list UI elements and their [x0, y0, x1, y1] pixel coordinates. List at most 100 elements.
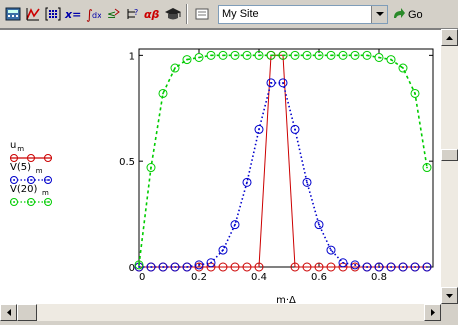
point-dot-V(5)_m-2 — [162, 266, 164, 268]
point-dot-V(20)_m-11 — [270, 54, 272, 57]
point-dot-V(5)_m-14 — [306, 181, 308, 184]
legend-marker-dot-2-0 — [13, 201, 15, 203]
legend-marker-dot-1-2 — [47, 179, 49, 181]
point-dot-V(20)_m-17 — [342, 54, 344, 57]
vertical-scrollbar[interactable] — [441, 29, 458, 304]
point-dot-V(20)_m-12 — [282, 54, 284, 57]
graph-icon[interactable] — [23, 4, 43, 24]
resources-icon[interactable] — [192, 4, 212, 24]
plot-frame — [138, 48, 434, 268]
legend-label-1: V(5) — [10, 162, 31, 173]
legend-sub-1: m — [36, 167, 43, 175]
scroll-up-button[interactable] — [441, 29, 458, 46]
point-dot-V(5)_m-23 — [414, 266, 416, 268]
point-dot-V(20)_m-20 — [378, 56, 380, 59]
greek-icon[interactable]: αβ — [143, 4, 163, 24]
point-dot-V(5)_m-16 — [330, 249, 332, 251]
legend-marker-dot-2-1 — [30, 201, 32, 203]
plot-region[interactable]: 00.510 0.2 0.4 0.6 0.8m·Δu mV(5) mV(20) m — [0, 30, 441, 305]
scroll-left-button[interactable] — [0, 304, 17, 321]
point-dot-V(5)_m-11 — [270, 81, 272, 84]
toolbar: x= ∫ dx ≤ ? αβ My Site Go — [0, 0, 458, 29]
point-dot-V(20)_m-10 — [258, 54, 260, 57]
point-dot-V(20)_m-13 — [294, 54, 296, 57]
point-dot-V(5)_m-9 — [246, 181, 248, 184]
symbolic-icon[interactable] — [163, 4, 183, 24]
point-dot-V(20)_m-21 — [390, 58, 392, 61]
chevron-down-icon[interactable] — [371, 6, 387, 23]
point-dot-V(5)_m-6 — [210, 261, 212, 264]
legend-marker-dot-1-0 — [13, 179, 15, 181]
point-dot-V(20)_m-22 — [402, 67, 404, 69]
point-dot-V(20)_m-0 — [138, 263, 140, 266]
y-tick-label-1: 0.5 — [119, 157, 135, 168]
point-dot-V(5)_m-18 — [354, 263, 356, 266]
address-combobox[interactable]: My Site — [218, 5, 388, 24]
scroll-down-button[interactable] — [441, 287, 458, 304]
point-dot-V(5)_m-21 — [390, 266, 392, 268]
y-tick-label-0: 0 — [129, 263, 135, 274]
point-dot-V(20)_m-19 — [366, 54, 368, 57]
programming-icon[interactable]: ? — [123, 4, 143, 24]
worksheet[interactable]: 0 0.5 1 0 0.2 0.4 0.6 0.8 m·Δ u m V(5) m V(20) m — [0, 29, 441, 305]
scroll-right-button[interactable] — [424, 304, 441, 321]
svg-text:dx: dx — [92, 11, 101, 20]
point-dot-V(20)_m-5 — [198, 56, 200, 59]
series-line-V(5)_m — [139, 82, 427, 268]
calculus-icon[interactable]: ∫ dx — [83, 4, 103, 24]
svg-text:x=: x= — [64, 8, 81, 21]
legend-marker-dot-1-1 — [30, 179, 32, 181]
point-dot-V(5)_m-3 — [174, 266, 176, 268]
point-dot-V(5)_m-1 — [150, 266, 152, 268]
point-dot-V(5)_m-0 — [138, 266, 140, 268]
legend-sub-0: m — [17, 145, 24, 153]
vertical-scroll-thumb[interactable] — [441, 149, 458, 161]
point-dot-V(20)_m-18 — [354, 54, 356, 57]
horizontal-scrollbar[interactable] — [0, 304, 441, 321]
x-tick-label-2: 0.4 — [251, 272, 267, 283]
svg-text:?: ? — [134, 8, 138, 17]
point-dot-V(20)_m-24 — [426, 166, 428, 169]
boolean-icon[interactable]: ≤ — [103, 4, 123, 24]
calculator-icon[interactable] — [3, 4, 23, 24]
go-arrow-icon — [394, 7, 405, 18]
point-dot-V(20)_m-7 — [222, 54, 224, 57]
svg-text:αβ: αβ — [144, 8, 160, 21]
evaluation-icon[interactable]: x= — [63, 4, 83, 24]
point-dot-V(20)_m-3 — [174, 67, 176, 69]
point-dot-V(5)_m-13 — [294, 128, 296, 131]
point-dot-V(5)_m-19 — [366, 266, 368, 268]
go-button[interactable]: Go — [391, 5, 427, 24]
point-dot-V(20)_m-9 — [246, 54, 248, 57]
point-dot-V(5)_m-22 — [402, 266, 404, 268]
legend-sub-2: m — [42, 189, 49, 197]
point-dot-V(20)_m-2 — [162, 92, 164, 95]
point-dot-V(20)_m-23 — [414, 92, 416, 95]
point-dot-V(20)_m-15 — [318, 54, 320, 57]
y-tick-label-2: 1 — [129, 51, 135, 62]
legend-label-2: V(20) — [10, 184, 37, 195]
point-dot-V(20)_m-6 — [210, 54, 212, 57]
point-dot-V(5)_m-8 — [234, 223, 236, 226]
point-dot-V(20)_m-4 — [186, 58, 188, 61]
legend-label-0: u — [10, 140, 16, 151]
status-bar — [0, 321, 458, 325]
point-dot-V(5)_m-15 — [318, 223, 320, 226]
point-dot-V(5)_m-17 — [342, 261, 344, 264]
go-label: Go — [408, 8, 423, 21]
point-dot-V(5)_m-12 — [282, 81, 284, 84]
horizontal-scroll-thumb[interactable] — [17, 304, 37, 321]
point-dot-V(20)_m-16 — [330, 54, 332, 57]
x-tick-label-0: 0 — [139, 272, 145, 283]
point-dot-V(5)_m-5 — [198, 263, 200, 266]
point-dot-V(20)_m-1 — [150, 166, 152, 169]
point-dot-V(5)_m-7 — [222, 249, 224, 251]
legend-marker-dot-2-2 — [47, 201, 49, 203]
matrix-icon[interactable] — [43, 4, 63, 24]
point-dot-V(20)_m-8 — [234, 54, 236, 57]
address-value: My Site — [222, 8, 259, 20]
x-tick-label-4: 0.8 — [371, 272, 387, 283]
x-tick-label-1: 0.2 — [191, 272, 207, 283]
point-dot-V(5)_m-10 — [258, 128, 260, 131]
x-tick-label-3: 0.6 — [311, 272, 327, 283]
